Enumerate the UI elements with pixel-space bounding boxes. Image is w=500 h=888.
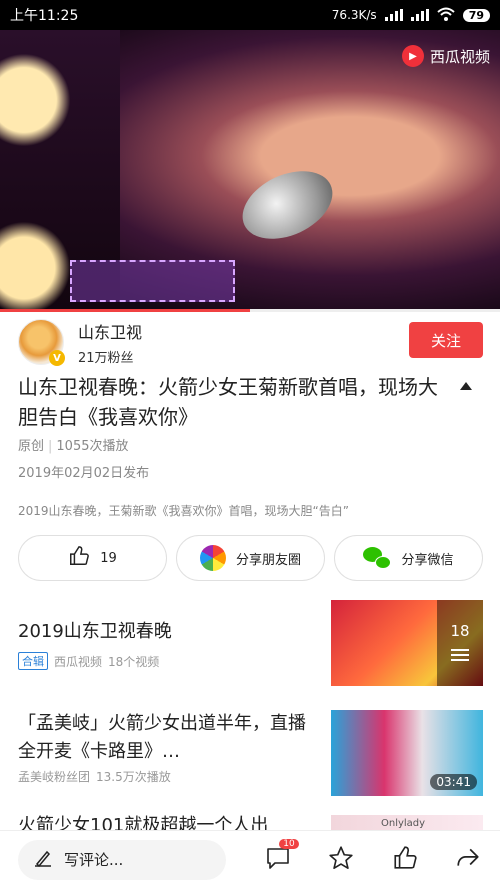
author-name[interactable]: 山东卫视: [78, 319, 142, 343]
status-time: 上午11:25: [10, 8, 79, 24]
wifi-icon: [437, 7, 455, 24]
related-plays: 13.5万次播放: [96, 770, 171, 784]
thumbs-up-icon: [68, 545, 90, 571]
xigua-watermark: ▶ 西瓜视频: [401, 45, 490, 67]
video-description: 2019山东春晚，王菊新歌《我喜欢你》首唱，现场大胆“告白”: [18, 504, 349, 518]
publish-date: 2019年02月02日发布: [18, 466, 150, 481]
xigua-play-icon: ▶: [401, 45, 424, 67]
video-stats: 原创 | 1055次播放: [18, 439, 129, 454]
playlist-count: 18: [450, 622, 470, 640]
share-wechat-button[interactable]: 分享微信: [334, 535, 483, 581]
thumbs-up-icon: [392, 845, 418, 875]
moments-icon: [199, 545, 226, 571]
microphone-image: [231, 157, 344, 253]
signal-icon: [384, 9, 403, 21]
related-item[interactable]: 2019山东卫视春晚 合辑 西瓜视频 18个视频 18: [18, 600, 483, 686]
playlist-overlay: 18: [437, 600, 483, 686]
video-title: 山东卫视春晚：火箭少女王菊新歌首唱，现场大胆告白《我喜欢你》: [18, 375, 438, 429]
related-title: 「孟美岐」火箭少女出道半年，直播全开麦《卡路里》…: [18, 713, 306, 762]
bottom-bar: 写评论... 10: [0, 830, 500, 888]
comment-button[interactable]: 10: [263, 838, 299, 875]
video-progress-bar[interactable]: [0, 309, 500, 312]
thumbnail-text: Onlylady: [381, 818, 426, 829]
video-progress-fill: [0, 309, 250, 312]
pen-icon: [34, 849, 52, 871]
follow-button[interactable]: 关注: [409, 322, 483, 358]
favorite-button[interactable]: [326, 845, 356, 875]
share-wechat-label: 分享微信: [401, 552, 454, 568]
author-meta: 山东卫视 21万粉丝: [78, 319, 142, 366]
related-author: 孟美岐粉丝团: [18, 770, 91, 784]
comment-badge: 10: [279, 838, 299, 849]
related-title: 2019山东卫视春晚: [18, 621, 172, 642]
share-moments-button[interactable]: 分享朋友圈: [176, 535, 325, 581]
related-count: 18个视频: [108, 654, 160, 669]
verified-icon: V: [49, 350, 65, 366]
comment-placeholder: 写评论...: [64, 851, 124, 869]
battery-icon: 79: [462, 8, 490, 22]
action-row: 19 分享朋友圈 分享微信: [18, 535, 483, 581]
collection-tag: 合辑: [18, 652, 48, 670]
status-bar: 上午11:25 76.3K/s 79: [0, 0, 500, 30]
comment-icon: [265, 846, 291, 874]
like-button[interactable]: 19: [18, 535, 167, 581]
network-speed: 76.3K/s: [331, 8, 377, 22]
comment-input[interactable]: 写评论...: [18, 839, 226, 880]
share-icon: [455, 845, 481, 875]
related-thumbnail[interactable]: 03:41: [331, 710, 483, 796]
related-item[interactable]: 「孟美岐」火箭少女出道半年，直播全开麦《卡路里》… 孟美岐粉丝团 13.5万次播…: [18, 710, 483, 796]
related-source: 西瓜视频: [54, 654, 103, 669]
stage-screen: [70, 260, 235, 302]
video-duration: 03:41: [430, 774, 477, 790]
original-label: 原创: [18, 439, 45, 454]
like-bottom-button[interactable]: [390, 845, 420, 875]
wechat-icon: [363, 547, 392, 569]
signal-icon: [410, 9, 429, 21]
play-count: 1055次播放: [56, 439, 129, 454]
playlist-icon: [451, 646, 469, 664]
author-row: V 山东卫视 21万粉丝 关注: [18, 318, 483, 366]
bottom-icons: 10: [226, 838, 500, 875]
avatar[interactable]: V: [18, 319, 65, 366]
star-icon: [328, 845, 354, 875]
status-right: 76.3K/s 79: [332, 7, 490, 24]
watermark-text: 西瓜视频: [429, 47, 490, 66]
collapse-arrow-icon[interactable]: [460, 382, 472, 390]
video-player[interactable]: ▶ 西瓜视频: [0, 30, 500, 310]
related-thumbnail[interactable]: 18: [331, 600, 483, 686]
like-count: 19: [100, 550, 117, 566]
author-fans: 21万粉丝: [78, 350, 134, 366]
share-moments-label: 分享朋友圈: [235, 552, 301, 568]
share-button[interactable]: [453, 845, 483, 875]
